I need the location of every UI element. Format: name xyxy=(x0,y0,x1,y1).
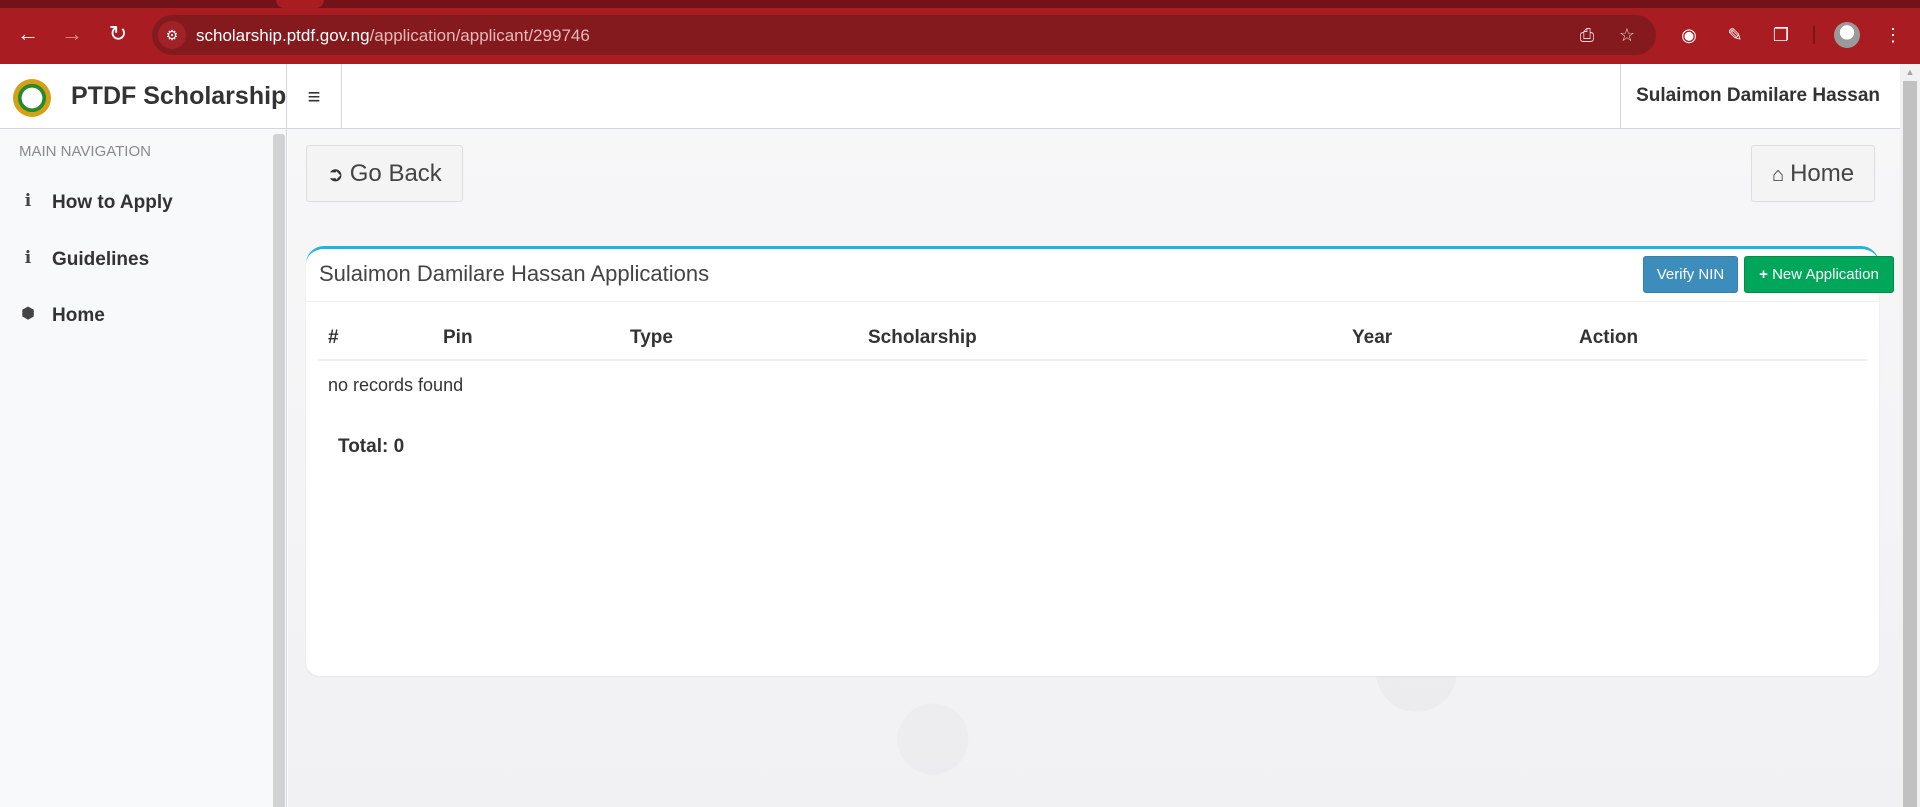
new-application-label: New Application xyxy=(1772,266,1879,283)
profile-avatar[interactable] xyxy=(1834,22,1860,48)
url-host: scholarship.ptdf.gov.ng xyxy=(196,26,370,45)
cookie-extension-icon[interactable]: ◉ xyxy=(1676,22,1702,48)
more-vert-icon[interactable]: ⋮ xyxy=(1880,22,1906,48)
column-header-type: Type xyxy=(630,327,673,348)
home-button[interactable]: ⌂ Home xyxy=(1751,145,1876,202)
go-back-label: Go Back xyxy=(349,160,442,187)
user-menu[interactable]: Sulaimon Damilare Hassan xyxy=(1620,64,1900,129)
hamburger-icon[interactable]: ≡ xyxy=(287,64,342,129)
empty-table-message: no records found xyxy=(328,375,464,395)
back-icon[interactable]: ← xyxy=(14,20,42,48)
info-icon: i xyxy=(24,248,32,268)
card-title: Sulaimon Damilare Hassan Applications xyxy=(319,261,710,286)
sidebar-item-label: Guidelines xyxy=(52,249,150,270)
plus-icon: + xyxy=(1759,266,1768,283)
sidebar-item-how-to-apply[interactable]: i How to Apply xyxy=(0,181,270,225)
brand-area[interactable]: PTDF Scholarship xyxy=(0,64,287,129)
scroll-up-arrow-icon[interactable]: ▲ xyxy=(1900,64,1920,80)
column-header-number: # xyxy=(328,327,339,348)
cube-icon: ⬢ xyxy=(21,304,35,322)
top-header: PTDF Scholarship ≡ Sulaimon Damilare Has… xyxy=(0,64,1900,129)
eyedropper-extension-icon[interactable]: ✎ xyxy=(1722,22,1748,48)
sidebar-section-header: MAIN NAVIGATION xyxy=(19,143,151,160)
page-scrollbar-thumb[interactable] xyxy=(1903,81,1917,807)
go-back-button[interactable]: ➲ Go Back xyxy=(306,145,463,202)
new-application-button[interactable]: + New Application xyxy=(1744,256,1894,293)
url-text[interactable]: scholarship.ptdf.gov.ng/application/appl… xyxy=(196,26,590,46)
address-bar[interactable]: ⚙ scholarship.ptdf.gov.ng/application/ap… xyxy=(152,15,1656,55)
home-icon: ⌂ xyxy=(1772,164,1785,186)
sidebar-item-home[interactable]: ⬢ Home xyxy=(0,294,270,338)
bookmark-star-icon[interactable]: ☆ xyxy=(1615,23,1639,47)
page: PTDF Scholarship ≡ Sulaimon Damilare Has… xyxy=(0,64,1900,807)
info-icon: i xyxy=(24,191,32,211)
home-label: Home xyxy=(1790,160,1855,187)
brand-title[interactable]: PTDF Scholarship xyxy=(71,82,286,111)
applications-card: Sulaimon Damilare Hassan Applications Ve… xyxy=(306,246,1894,676)
column-header-scholarship: Scholarship xyxy=(868,327,977,348)
reload-icon[interactable]: ↻ xyxy=(104,20,132,48)
table-header-divider xyxy=(318,359,1867,361)
column-header-pin: Pin xyxy=(443,327,473,348)
arrow-circle-left-icon: ➲ xyxy=(327,164,344,186)
url-path: /application/applicant/299746 xyxy=(369,26,590,45)
page-scrollbar[interactable]: ▲ xyxy=(1900,64,1920,807)
browser-toolbar: ← → ↻ ⚙ scholarship.ptdf.gov.ng/applicat… xyxy=(0,0,1920,64)
active-tab[interactable] xyxy=(276,0,324,8)
column-header-action: Action xyxy=(1579,327,1639,348)
verify-nin-button[interactable]: Verify NIN xyxy=(1643,256,1738,293)
sidebar-item-label: How to Apply xyxy=(52,192,173,213)
toolbar-divider xyxy=(1813,26,1815,44)
card-header: Sulaimon Damilare Hassan Applications Ve… xyxy=(306,249,1894,302)
user-name[interactable]: Sulaimon Damilare Hassan xyxy=(1636,85,1880,107)
sidebar-scrollbar[interactable] xyxy=(273,134,285,807)
sidebar: MAIN NAVIGATION i How to Apply i Guideli… xyxy=(0,129,287,807)
ptdf-logo xyxy=(13,79,51,117)
forward-icon[interactable]: → xyxy=(58,20,86,48)
column-header-year: Year xyxy=(1352,327,1393,348)
install-app-icon[interactable]: ⎙ xyxy=(1575,23,1599,47)
total-count: Total: 0 xyxy=(338,436,405,457)
extensions-puzzle-icon[interactable]: ❐ xyxy=(1768,22,1794,48)
main-content: ➲ Go Back ⌂ Home Sulaimon Damilare Hassan … xyxy=(288,129,1900,807)
sidebar-item-label: Home xyxy=(52,305,105,326)
sidebar-item-guidelines[interactable]: i Guidelines xyxy=(0,238,270,282)
site-info-icon[interactable]: ⚙ xyxy=(158,21,186,49)
